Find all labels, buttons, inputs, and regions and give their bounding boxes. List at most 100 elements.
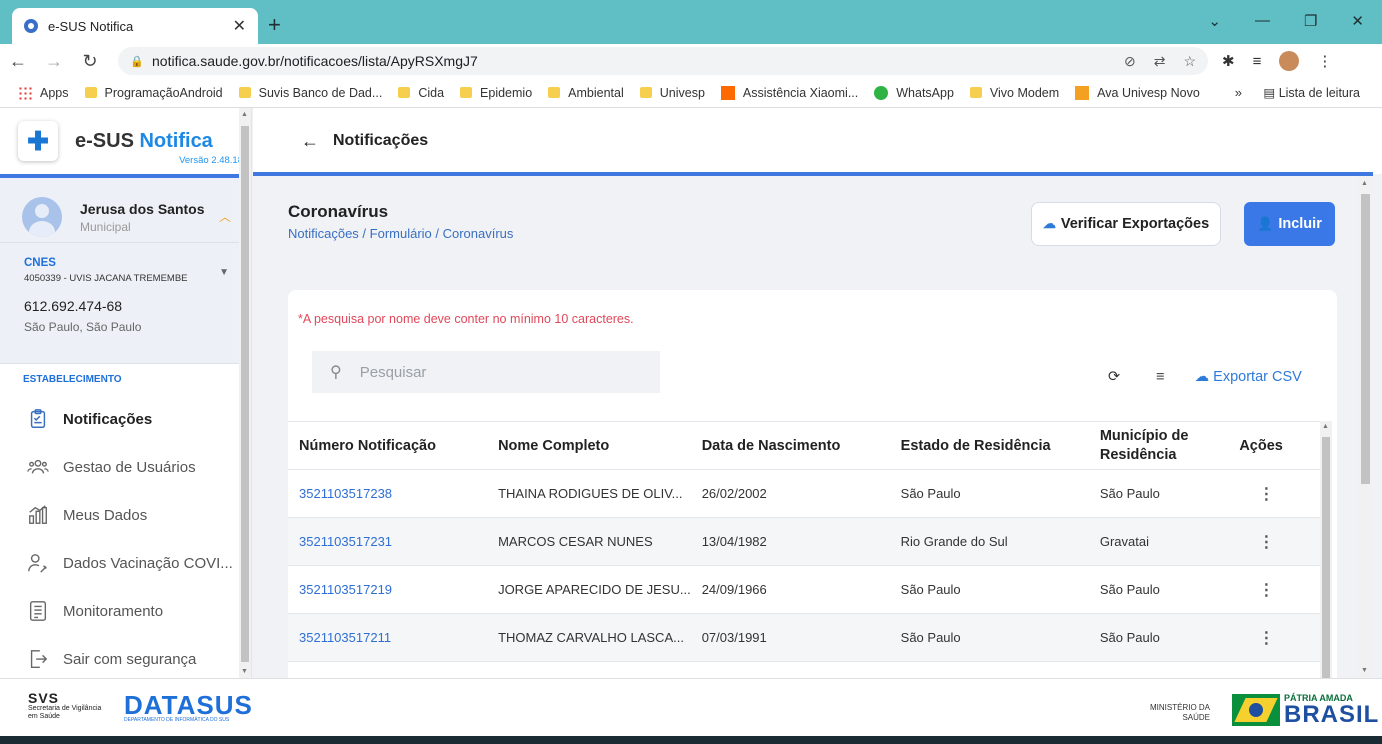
sidebar-item-meus-dados[interactable]: Meus Dados	[0, 491, 251, 539]
minimize-icon[interactable]: —	[1255, 12, 1270, 30]
bookmark-item[interactable]: Univesp	[639, 86, 705, 100]
search-placeholder: Pesquisar	[359, 363, 427, 381]
verify-exports-button[interactable]: ☁ Verificar Exportações	[1031, 202, 1221, 246]
scroll-up-icon[interactable]: ▲	[1361, 180, 1368, 187]
restore-icon[interactable]: ❐	[1304, 12, 1317, 30]
back-arrow-icon[interactable]: ←	[301, 131, 319, 152]
scroll-up-icon[interactable]: ▲	[241, 111, 248, 118]
table-row[interactable]: 3521103517231 MARCOS CESAR NUNES 13/04/1…	[288, 517, 1320, 566]
scroll-down-icon[interactable]: ▼	[241, 668, 248, 675]
back-icon[interactable]: ←	[0, 51, 36, 72]
sidebar: ✚ e-SUS Notifica Versão 2.48.18 Jerusa d…	[0, 108, 252, 678]
sidebar-scrollbar[interactable]: ▲ ▼	[239, 108, 251, 678]
city-cell: Gravatai	[1088, 517, 1229, 566]
user-city: São Paulo, São Paulo	[24, 320, 142, 334]
notification-number-link[interactable]: 3521103517211	[288, 613, 488, 662]
full-name-cell: JORGE APARECIDO DE JESU...	[487, 565, 691, 614]
close-tab-icon[interactable]: ✕	[233, 16, 246, 36]
bookmark-item[interactable]: Vivo Modem	[969, 86, 1059, 100]
bookmark-apps[interactable]: Apps	[18, 85, 69, 100]
bookmark-item[interactable]: Ava Univesp Novo	[1075, 85, 1200, 100]
table-scrollbar[interactable]: ▲	[1320, 421, 1332, 690]
scroll-down-icon[interactable]: ▼	[1361, 667, 1368, 674]
search-warning: *A pesquisa por nome deve conter no míni…	[298, 312, 634, 326]
notifications-card: *A pesquisa por nome deve conter no míni…	[288, 290, 1337, 690]
sidebar-item-gestao-usuarios[interactable]: Gestao de Usuários	[0, 443, 251, 491]
birth-date-cell: 07/03/1991	[690, 613, 890, 662]
bookmark-item[interactable]: ProgramaçãoAndroid	[84, 86, 223, 100]
birth-date-cell: 13/04/1982	[690, 517, 890, 566]
footer: SVS Secretaria de Vigilância em Saúde DA…	[0, 678, 1382, 736]
apps-icon	[18, 85, 32, 100]
cnes-selector[interactable]: CNES 4050339 - UVIS JACANA TREMEMBE ▼	[0, 242, 251, 294]
sidebar-item-monitoramento[interactable]: Monitoramento	[0, 587, 251, 635]
new-tab-button[interactable]: +	[268, 12, 281, 38]
browser-tabbar: e-SUS Notifica ✕ + ⌄ — ❐ ✕	[0, 0, 1382, 44]
browser-menu-icon[interactable]: ⋮	[1317, 52, 1332, 70]
scroll-thumb[interactable]	[1322, 437, 1330, 690]
notification-number-link[interactable]: 3521103517219	[288, 565, 488, 614]
reading-list-button[interactable]: ▤ Lista de leitura	[1263, 85, 1360, 100]
clipboard-icon	[26, 407, 50, 431]
forward-icon[interactable]: →	[36, 51, 72, 72]
close-window-icon[interactable]: ✕	[1351, 12, 1364, 30]
notification-number-link[interactable]: 3521103517231	[288, 517, 488, 566]
scroll-up-icon[interactable]: ▲	[1322, 423, 1329, 430]
bookmark-star-icon[interactable]: ☆	[1183, 53, 1196, 70]
column-header[interactable]: Município de Residência	[1088, 421, 1229, 470]
tab-search-icon[interactable]: ⌄	[1208, 12, 1221, 30]
blocked-icon[interactable]: ⊘	[1124, 53, 1136, 70]
table-row[interactable]: 3521103517211 THOMAZ CARVALHO LASCA... 0…	[288, 613, 1320, 662]
bookmark-item[interactable]: Ambiental	[548, 86, 624, 100]
bookmark-item[interactable]: Suvis Banco de Dad...	[238, 86, 382, 100]
row-actions-icon[interactable]: ⋮	[1228, 469, 1320, 518]
browser-tab[interactable]: e-SUS Notifica ✕	[12, 8, 258, 44]
table-row[interactable]: 3521103517238 THAINA RODIGUES DE OLIV...…	[288, 469, 1320, 518]
table-row[interactable]: 3521103517219 JORGE APARECIDO DE JESU...…	[288, 565, 1320, 614]
media-icon[interactable]: ≡	[1253, 53, 1262, 70]
sidebar-item-dados-vacinacao[interactable]: Dados Vacinação COVI...	[0, 539, 251, 587]
include-button[interactable]: 👤 Incluir	[1244, 202, 1335, 246]
xiaomi-icon	[720, 85, 735, 100]
cnes-value: 4050339 - UVIS JACANA TREMEMBE	[24, 273, 188, 284]
bookmark-item[interactable]: Epidemio	[460, 86, 532, 100]
column-header[interactable]: Estado de Residência	[889, 421, 1089, 470]
column-header[interactable]: Nome Completo	[487, 421, 691, 470]
profile-avatar-icon[interactable]	[1279, 51, 1300, 71]
refresh-icon[interactable]: ⟳	[1108, 369, 1120, 385]
main-content: Coronavírus Notificações / Formulário / …	[253, 176, 1358, 690]
address-bar[interactable]: 🔒 notifica.saude.gov.br/notificacoes/lis…	[118, 47, 1208, 75]
translate-icon[interactable]: ⇄	[1154, 53, 1166, 70]
bookmark-item[interactable]: Cida	[398, 86, 444, 100]
extensions-icon[interactable]: ✱	[1222, 52, 1235, 70]
city-cell: São Paulo	[1088, 613, 1229, 662]
column-header[interactable]: Número Notificação	[288, 421, 488, 470]
sidebar-item-notificacoes[interactable]: Notificações	[0, 395, 251, 443]
app-name: e-SUS Notifica	[75, 129, 213, 152]
url-text[interactable]: notifica.saude.gov.br/notificacoes/lista…	[152, 53, 1124, 69]
bookmark-item[interactable]: WhatsApp	[874, 85, 954, 100]
export-csv-button[interactable]: ☁ Exportar CSV	[1195, 369, 1302, 385]
scroll-thumb[interactable]	[1361, 194, 1370, 484]
folder-icon	[398, 87, 411, 98]
row-actions-icon[interactable]: ⋮	[1228, 613, 1320, 662]
notification-number-link[interactable]: 3521103517238	[288, 469, 488, 518]
scroll-thumb[interactable]	[241, 126, 249, 662]
main-header: ← Notificações	[253, 108, 1382, 174]
filter-icon[interactable]: ≡	[1156, 369, 1164, 385]
bookmark-item[interactable]: Assistência Xiaomi...	[720, 85, 858, 100]
search-input[interactable]: ⚲ Pesquisar	[312, 351, 660, 393]
chevron-up-icon[interactable]: ︿	[219, 208, 231, 225]
sidebar-item-sair[interactable]: Sair com segurança	[0, 635, 251, 678]
user-profile[interactable]: Jerusa dos Santos Municipal ︿	[0, 178, 251, 242]
bookmarks-more-button[interactable]: »	[1235, 85, 1242, 100]
reload-icon[interactable]: ↻	[72, 51, 108, 72]
add-user-icon: 👤	[1257, 216, 1274, 231]
page-scrollbar[interactable]: ▲ ▼	[1358, 176, 1372, 678]
row-actions-icon[interactable]: ⋮	[1228, 565, 1320, 614]
breadcrumb[interactable]: Notificações / Formulário / Coronavírus	[288, 226, 513, 241]
column-header[interactable]: Data de Nascimento	[690, 421, 890, 470]
user-name: Jerusa dos Santos	[80, 200, 205, 217]
dropdown-arrow-icon[interactable]: ▼	[219, 267, 229, 278]
row-actions-icon[interactable]: ⋮	[1228, 517, 1320, 566]
